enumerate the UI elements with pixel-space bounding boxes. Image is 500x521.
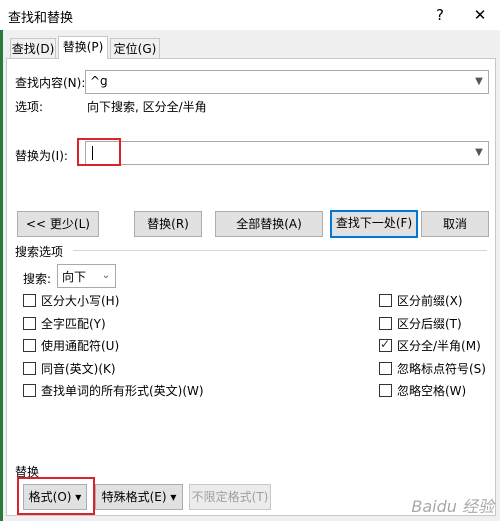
special-format-button[interactable]: 特殊格式(E) ▾ bbox=[95, 484, 183, 510]
checkbox-whole-word[interactable]: 全字匹配(Y) bbox=[23, 316, 106, 332]
checkbox-label: 同音(英文)(K) bbox=[41, 362, 116, 376]
replace-section-heading: 替换 bbox=[15, 465, 40, 479]
title-bar: 查找和替换 ? ✕ bbox=[0, 0, 500, 30]
checkbox-match-prefix[interactable]: 区分前缀(X) bbox=[379, 293, 463, 309]
checkbox-box bbox=[23, 362, 36, 375]
checkbox-match-width[interactable]: 区分全/半角(M) bbox=[379, 336, 481, 354]
replace-button[interactable]: 替换(R) bbox=[134, 211, 202, 237]
help-icon[interactable]: ? bbox=[425, 4, 455, 26]
cancel-button[interactable]: 取消 bbox=[421, 211, 489, 237]
checkbox-match-case[interactable]: 区分大小写(H) bbox=[23, 293, 119, 309]
find-input[interactable]: ^g ▼ bbox=[85, 70, 489, 94]
checkbox-box-checked bbox=[379, 336, 392, 352]
tab-panel: 查找内容(N): ^g ▼ 选项: 向下搜索, 区分全/半角 替换为(I): ▼… bbox=[6, 58, 496, 516]
checkbox-wildcards[interactable]: 使用通配符(U) bbox=[23, 338, 119, 354]
text-caret bbox=[92, 146, 93, 160]
checkbox-box bbox=[23, 339, 36, 352]
options-value: 向下搜索, 区分全/半角 bbox=[87, 100, 207, 114]
dialog-title: 查找和替换 bbox=[8, 11, 74, 26]
checkbox-label: 区分前缀(X) bbox=[397, 294, 463, 308]
checkbox-all-word-forms[interactable]: 查找单词的所有形式(英文)(W) bbox=[23, 383, 204, 399]
search-direction-value: 向下 bbox=[62, 270, 87, 284]
checkbox-box bbox=[379, 294, 392, 307]
find-value: ^g bbox=[90, 74, 108, 88]
checkbox-box bbox=[379, 317, 392, 330]
chevron-down-icon[interactable]: ⌄ bbox=[97, 265, 115, 287]
checkbox-box bbox=[23, 317, 36, 330]
checkbox-label: 忽略标点符号(S) bbox=[397, 362, 486, 376]
checkbox-label: 区分全/半角(M) bbox=[397, 339, 481, 353]
find-next-button[interactable]: 查找下一处(F) bbox=[330, 210, 418, 238]
checkbox-label: 使用通配符(U) bbox=[41, 339, 120, 353]
tab-find[interactable]: 查找(D) bbox=[10, 38, 56, 59]
checkbox-box bbox=[379, 362, 392, 375]
checkbox-ignore-punctuation[interactable]: 忽略标点符号(S) bbox=[379, 361, 486, 377]
checkbox-label: 区分后缀(T) bbox=[397, 317, 462, 331]
search-options-heading: 搜索选项 bbox=[15, 245, 64, 259]
watermark: Baidu 经验 bbox=[411, 497, 494, 516]
checkbox-label: 忽略空格(W) bbox=[397, 384, 467, 398]
divider bbox=[73, 250, 487, 251]
checkbox-label: 全字匹配(Y) bbox=[41, 317, 106, 331]
checkbox-match-suffix[interactable]: 区分后缀(T) bbox=[379, 316, 462, 332]
close-icon[interactable]: ✕ bbox=[465, 4, 495, 26]
find-replace-dialog: 查找和替换 ? ✕ 查找(D) 替换(P) 定位(G) 查找内容(N): ^g … bbox=[0, 0, 500, 521]
replace-input[interactable]: ▼ bbox=[85, 141, 489, 165]
checkbox-box bbox=[379, 384, 392, 397]
no-formatting-button: 不限定格式(T) bbox=[189, 484, 271, 510]
tab-goto[interactable]: 定位(G) bbox=[110, 38, 160, 59]
chevron-down-icon[interactable]: ▼ bbox=[470, 142, 488, 164]
options-label: 选项: bbox=[15, 100, 44, 114]
tab-replace[interactable]: 替换(P) bbox=[58, 36, 108, 59]
replace-label: 替换为(I): bbox=[15, 149, 68, 163]
checkbox-label: 查找单词的所有形式(英文)(W) bbox=[41, 384, 204, 398]
checkbox-box bbox=[23, 294, 36, 307]
replace-all-button[interactable]: 全部替换(A) bbox=[215, 211, 323, 237]
less-button[interactable]: << 更少(L) bbox=[17, 211, 99, 237]
chevron-down-icon[interactable]: ▼ bbox=[470, 71, 488, 93]
format-button[interactable]: 格式(O) ▾ bbox=[23, 484, 87, 510]
checkbox-box bbox=[23, 384, 36, 397]
checkbox-label: 区分大小写(H) bbox=[41, 294, 120, 308]
checkbox-ignore-space[interactable]: 忽略空格(W) bbox=[379, 383, 466, 399]
search-direction-label: 搜索: bbox=[23, 272, 52, 286]
window-border bbox=[0, 30, 3, 521]
checkbox-sounds-like[interactable]: 同音(英文)(K) bbox=[23, 361, 116, 377]
search-direction-select[interactable]: 向下 ⌄ bbox=[57, 264, 116, 288]
find-label: 查找内容(N): bbox=[15, 76, 86, 90]
